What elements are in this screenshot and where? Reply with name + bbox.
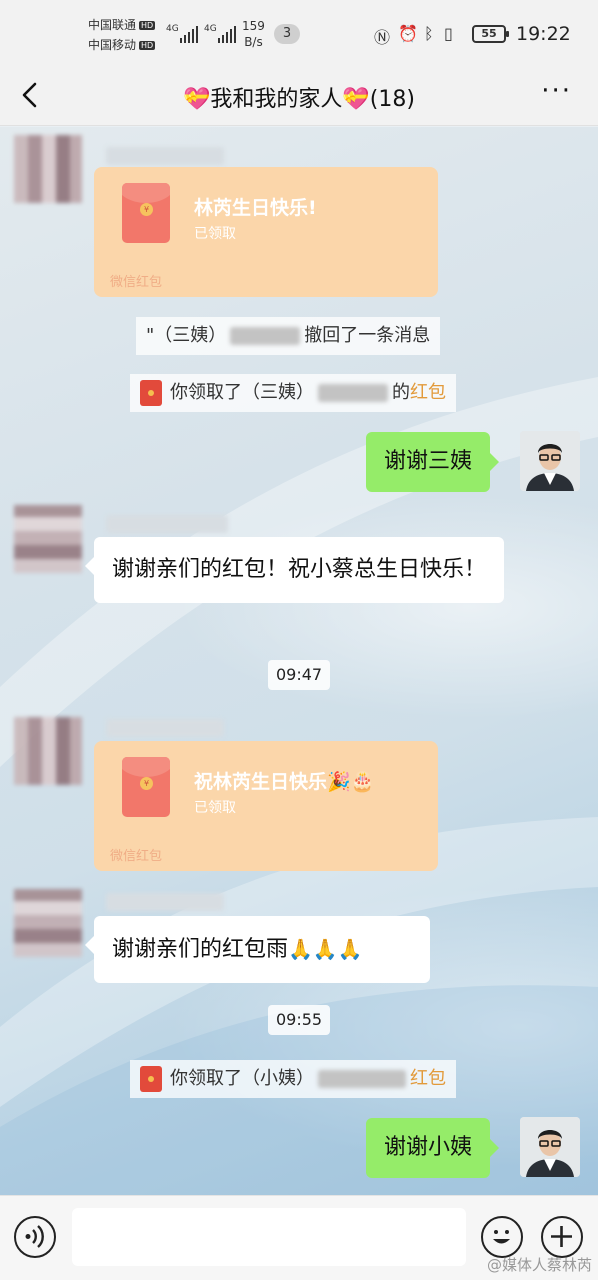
outgoing-message[interactable]: 谢谢小姨 <box>366 1118 500 1178</box>
red-packet-footer: 微信红包 <box>110 275 163 290</box>
red-packet-title: 祝林芮生日快乐🎉🎂 <box>194 771 375 793</box>
carrier-2: 中国移动 HD <box>88 38 156 52</box>
network-type-2: 4G <box>204 24 217 34</box>
nfc-icon: Ⓝ <box>374 28 391 47</box>
red-packet-footer: 微信红包 <box>110 849 163 864</box>
red-packet-link[interactable]: 红包 <box>410 1068 446 1089</box>
bluetooth-icon: ᛒ <box>424 24 434 43</box>
my-avatar[interactable] <box>520 431 580 491</box>
my-avatar[interactable] <box>520 1117 580 1177</box>
chat-message-area[interactable]: ¥ 林芮生日快乐! 已领取 微信红包 "（三姨） 撤回了一条消息 你领取了（三姨）… <box>0 127 598 1195</box>
message-timestamp: 09:55 <box>268 1005 331 1035</box>
network-type-1: 4G <box>166 24 179 34</box>
red-envelope-icon <box>140 1066 162 1092</box>
smiley-icon <box>493 1230 510 1244</box>
red-packet-status: 已领取 <box>194 800 236 816</box>
voice-icon <box>25 1225 44 1248</box>
sender-avatar[interactable] <box>14 717 82 785</box>
plus-icon <box>551 1226 572 1247</box>
vibrate-icon: ▯ <box>444 24 453 43</box>
sender-name-redacted <box>106 515 228 533</box>
network-speed: 159 B/s <box>242 19 265 49</box>
red-packet-message[interactable]: ¥ 祝林芮生日快乐🎉🎂 已领取 微信红包 <box>94 741 438 871</box>
more-options-icon[interactable]: ··· <box>541 76 572 106</box>
red-packet-title: 林芮生日快乐! <box>194 197 317 219</box>
sender-avatar[interactable] <box>14 135 82 203</box>
recall-notice: "（三姨） 撤回了一条消息 <box>136 317 441 355</box>
red-envelope-icon: ¥ <box>122 757 170 817</box>
red-packet-claim-notice: 你领取了（小姨） 红包 <box>130 1060 456 1098</box>
sender-avatar[interactable] <box>14 889 82 957</box>
more-functions-button[interactable] <box>541 1216 583 1258</box>
red-envelope-icon <box>140 380 162 406</box>
signal-2-icon <box>218 26 236 43</box>
battery-icon: 55 <box>472 25 509 43</box>
emoji-button[interactable] <box>481 1216 523 1258</box>
sender-avatar[interactable] <box>14 505 82 573</box>
chat-title: 💝我和我的家人💝(18) <box>183 87 415 112</box>
chat-header: 💝我和我的家人💝(18) ··· <box>0 68 598 126</box>
status-bar: 中国联通 HD 中国移动 HD 4G 4G 159 B/s 3 Ⓝ ⏰ ᛒ ▯ 55 … <box>0 0 598 68</box>
outgoing-message[interactable]: 谢谢三姨 <box>366 432 500 492</box>
message-text-input[interactable] <box>72 1208 466 1266</box>
red-packet-status: 已领取 <box>194 226 236 242</box>
red-envelope-icon: ¥ <box>122 183 170 243</box>
sender-name-redacted <box>106 893 224 911</box>
signal-1-icon <box>180 26 198 43</box>
sender-name-redacted <box>106 719 224 737</box>
weibo-watermark: @媒体人蔡林芮 <box>486 1256 592 1274</box>
message-timestamp: 09:47 <box>268 660 331 690</box>
status-time: 19:22 <box>516 23 571 45</box>
incoming-message[interactable]: 谢谢亲们的红包雨🙏🙏🙏 <box>85 916 430 983</box>
folded-hands-emoji: 🙏🙏🙏 <box>288 937 363 961</box>
red-packet-link[interactable]: 红包 <box>410 382 446 403</box>
carrier-1: 中国联通 HD <box>88 18 156 32</box>
red-packet-claim-notice: 你领取了（三姨） 的红包 <box>130 374 456 412</box>
incoming-message[interactable]: 谢谢亲们的红包！祝小蔡总生日快乐！ <box>85 537 504 603</box>
voice-input-button[interactable] <box>14 1216 56 1258</box>
sender-name-redacted <box>106 147 224 165</box>
alarm-icon: ⏰ <box>398 24 418 43</box>
red-packet-message[interactable]: ¥ 林芮生日快乐! 已领取 微信红包 <box>94 167 438 297</box>
notification-count-badge: 3 <box>274 24 300 44</box>
